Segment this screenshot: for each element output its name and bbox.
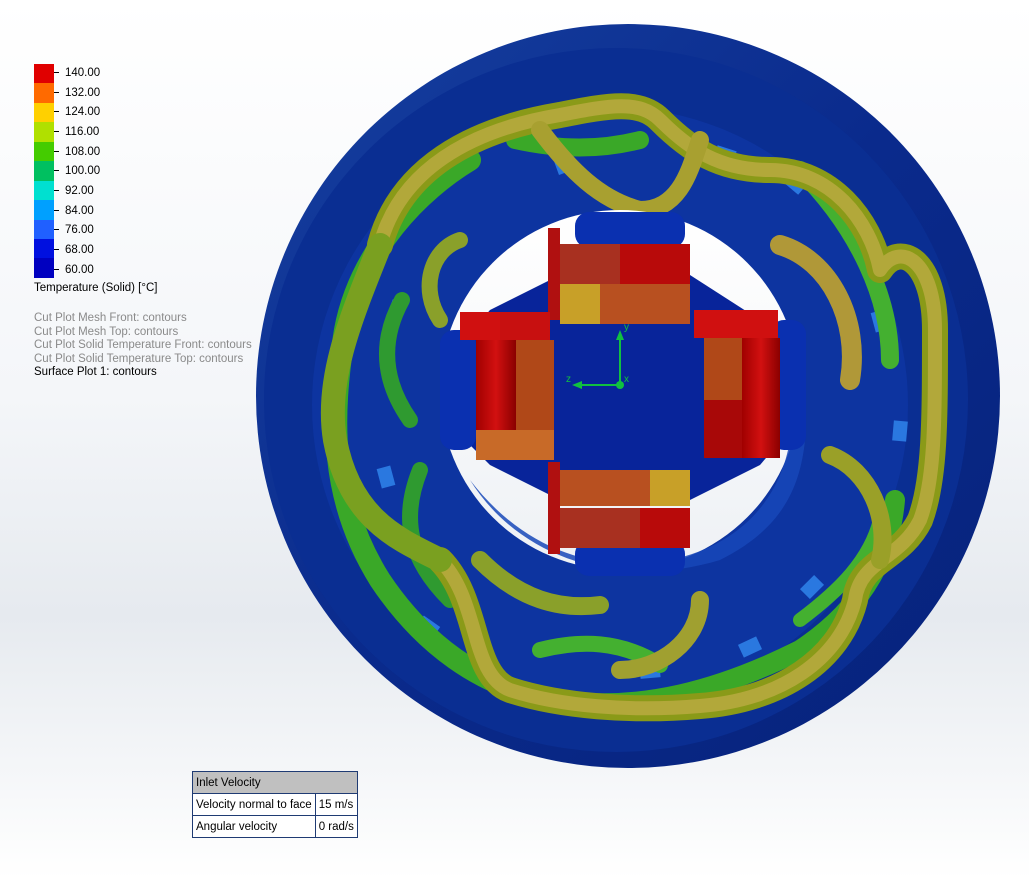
temperature-legend: 140.00 132.00 124.00 116.00 108.00 100.0…	[34, 64, 274, 384]
table-row: Angular velocity 0 rad/s	[192, 815, 358, 838]
coil-bottom	[548, 462, 690, 554]
legend-swatch	[34, 102, 54, 123]
motor-model	[256, 24, 1000, 768]
legend-tick: 108.00	[54, 146, 294, 160]
legend-swatch	[34, 238, 54, 259]
legend-swatch	[34, 258, 54, 278]
plot-item[interactable]: Cut Plot Solid Temperature Top: contours	[34, 353, 252, 367]
legend-tick: 84.00	[54, 205, 294, 219]
legend-swatch	[34, 83, 54, 103]
legend-swatch	[34, 64, 54, 84]
inlet-velocity-table: Inlet Velocity Velocity normal to face 1…	[192, 771, 358, 838]
plot-item[interactable]: Cut Plot Mesh Front: contours	[34, 312, 252, 326]
legend-swatch	[34, 161, 54, 181]
legend-tick: 60.00	[54, 264, 294, 278]
legend-tick: 124.00	[54, 106, 294, 120]
legend-swatch	[34, 219, 54, 239]
row-value: 0 rad/s	[314, 815, 358, 838]
legend-colorbar	[34, 64, 54, 278]
legend-tick: 68.00	[54, 244, 294, 258]
legend-title: Temperature (Solid) [°C]	[34, 282, 158, 294]
row-label: Velocity normal to face	[192, 793, 316, 816]
inlet-table-header: Inlet Velocity	[192, 771, 358, 794]
table-row: Velocity normal to face 15 m/s	[192, 793, 358, 816]
triad-label-z: z	[566, 374, 571, 385]
legend-tick: 132.00	[54, 87, 294, 101]
legend-tick: 92.00	[54, 185, 294, 199]
triad-label-y: y	[624, 322, 629, 333]
legend-tick: 116.00	[54, 126, 294, 140]
legend-tick: 140.00	[54, 67, 294, 81]
legend-swatch	[34, 141, 54, 162]
legend-tick: 76.00	[54, 224, 294, 238]
triad-label-x: x	[624, 374, 629, 385]
row-label: Angular velocity	[192, 815, 316, 838]
legend-swatch	[34, 200, 54, 220]
coil-right	[694, 310, 780, 458]
row-value: 15 m/s	[314, 793, 358, 816]
plot-item-active[interactable]: Surface Plot 1: contours	[34, 366, 252, 380]
plot-item[interactable]: Cut Plot Mesh Top: contours	[34, 326, 252, 340]
plot-list: Cut Plot Mesh Front: contours Cut Plot M…	[34, 312, 252, 380]
legend-tick: 100.00	[54, 165, 294, 179]
plot-item[interactable]: Cut Plot Solid Temperature Front: contou…	[34, 339, 252, 353]
legend-swatch	[34, 180, 54, 201]
legend-swatch	[34, 122, 54, 142]
